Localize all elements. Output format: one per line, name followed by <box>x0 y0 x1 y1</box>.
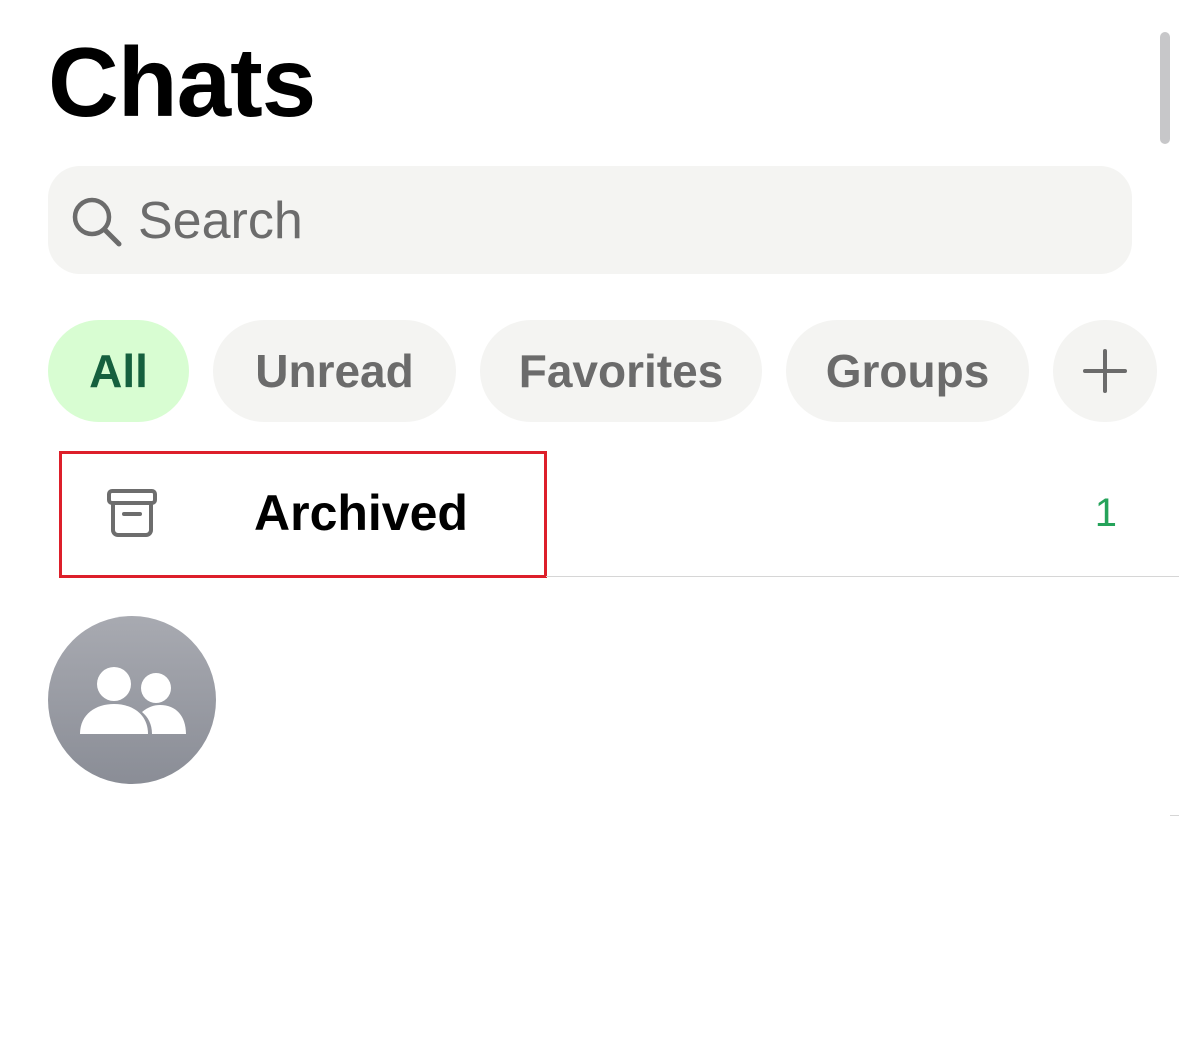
group-avatar-icon <box>80 667 186 734</box>
add-filter-button[interactable] <box>1053 320 1157 422</box>
filter-chip-label: Favorites <box>518 345 724 397</box>
highlight-box <box>59 451 547 578</box>
filter-chip-label: Unread <box>255 345 414 397</box>
filter-chip-label: Groups <box>825 345 990 397</box>
filter-chip-groups[interactable]: Groups <box>786 320 1029 422</box>
filter-chip-all[interactable]: All <box>48 320 189 422</box>
search-icon <box>72 197 122 247</box>
plus-icon <box>1083 349 1127 393</box>
divider <box>546 576 1179 577</box>
divider <box>1170 815 1179 816</box>
filter-chip-label: All <box>89 345 148 397</box>
search-input[interactable] <box>138 186 1038 256</box>
chat-list-item-avatar[interactable] <box>48 616 216 784</box>
archived-count-badge: 1 <box>1094 491 1117 535</box>
page-title: Chats <box>48 27 316 137</box>
chats-screen: Chats All Unread Favorites Groups Archiv… <box>0 0 1179 1051</box>
filter-chip-favorites[interactable]: Favorites <box>480 320 762 422</box>
filter-chip-unread[interactable]: Unread <box>213 320 456 422</box>
scrollbar[interactable] <box>1160 32 1170 144</box>
